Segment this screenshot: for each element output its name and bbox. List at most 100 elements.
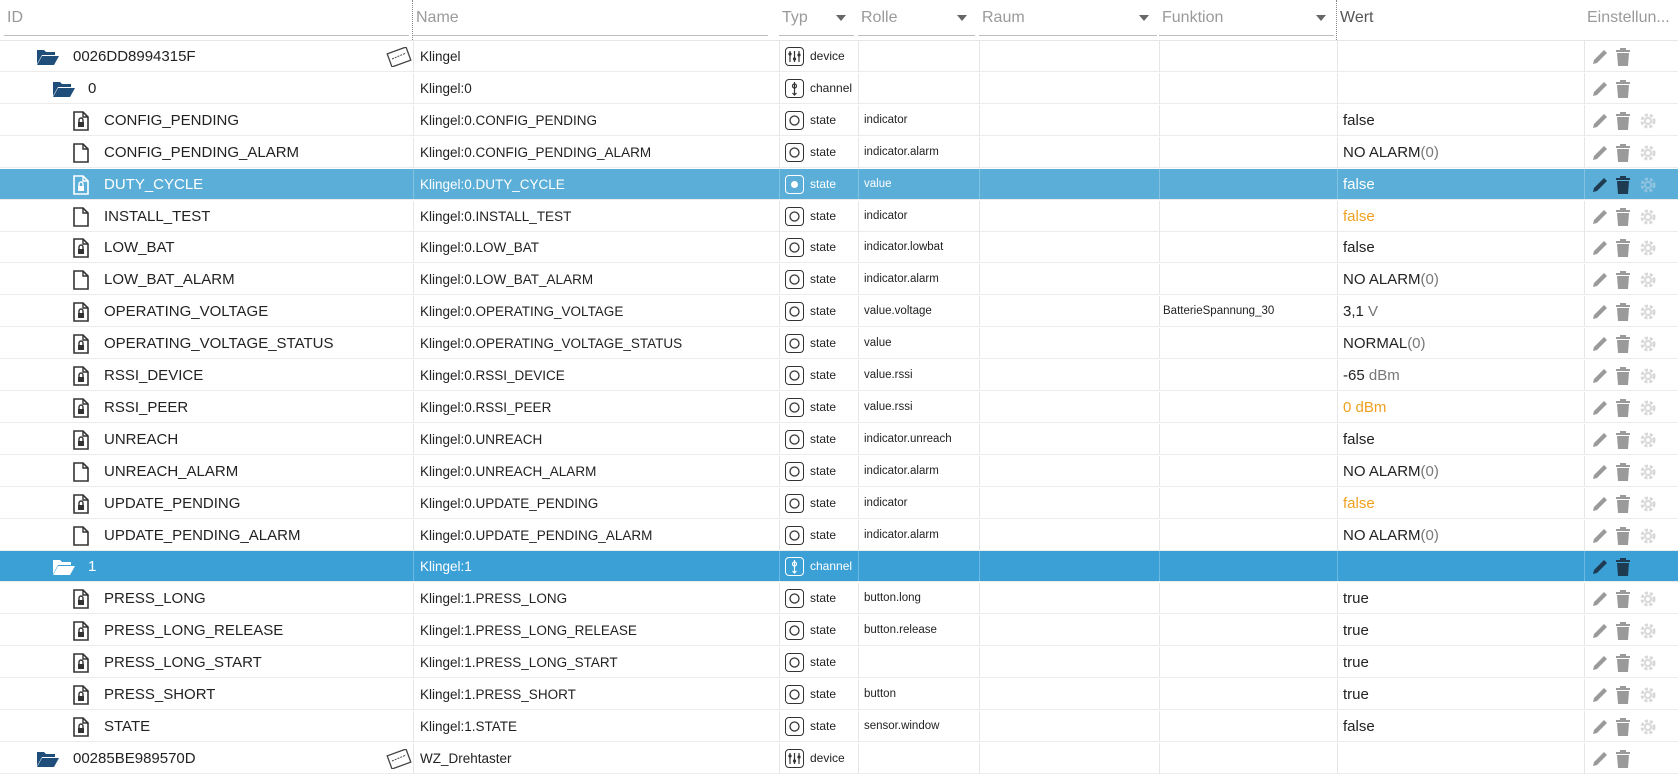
row-funktion[interactable] xyxy=(1163,711,1338,742)
row-wert[interactable]: false xyxy=(1343,424,1578,455)
row-name[interactable]: Klingel:0 xyxy=(420,73,775,104)
row-wert[interactable]: true xyxy=(1343,647,1578,678)
device-row[interactable]: 00285BE989570D WZ_Drehtaster device xyxy=(0,743,1678,774)
row-rolle[interactable]: indicator.alarm xyxy=(864,520,974,551)
table-row[interactable]: OPERATING_VOLTAGE_STATUS Klingel:0.OPERAT… xyxy=(0,328,1678,359)
row-name[interactable]: Klingel:0.DUTY_CYCLE xyxy=(420,169,775,200)
file-lock-icon[interactable] xyxy=(72,653,90,678)
row-rolle[interactable]: value.rssi xyxy=(864,360,974,391)
row-wert[interactable]: NO ALARM(0) xyxy=(1343,456,1578,487)
row-wert[interactable] xyxy=(1343,743,1578,774)
file-icon[interactable] xyxy=(72,526,90,551)
file-lock-icon[interactable] xyxy=(72,621,90,646)
row-wert[interactable]: false xyxy=(1343,488,1578,519)
row-wert[interactable]: NO ALARM(0) xyxy=(1343,264,1578,295)
file-lock-icon[interactable] xyxy=(72,366,90,391)
row-funktion[interactable] xyxy=(1163,679,1338,710)
row-rolle[interactable]: indicator xyxy=(864,105,974,136)
row-funktion[interactable] xyxy=(1163,743,1338,774)
folder-open-icon[interactable] xyxy=(52,557,76,582)
row-rolle[interactable]: indicator.unreach xyxy=(864,424,974,455)
row-rolle[interactable] xyxy=(864,551,974,582)
row-wert[interactable]: false xyxy=(1343,711,1578,742)
row-funktion[interactable] xyxy=(1163,488,1338,519)
row-name[interactable]: Klingel:0.RSSI_PEER xyxy=(420,392,775,423)
row-name[interactable]: Klingel:1 xyxy=(420,551,775,582)
row-name[interactable]: Klingel:0.LOW_BAT xyxy=(420,232,775,263)
row-funktion[interactable] xyxy=(1163,328,1338,359)
folder-open-icon[interactable] xyxy=(36,47,60,72)
row-funktion[interactable] xyxy=(1163,264,1338,295)
table-row[interactable]: UPDATE_PENDING Klingel:0.UPDATE_PENDING st… xyxy=(0,488,1678,519)
row-name[interactable]: Klingel:0.OPERATING_VOLTAGE_STATUS xyxy=(420,328,775,359)
table-row[interactable]: STATE Klingel:1.STATE state sensor.window fa… xyxy=(0,711,1678,742)
row-name[interactable]: WZ_Drehtaster xyxy=(420,743,775,774)
row-name[interactable]: Klingel:0.UPDATE_PENDING_ALARM xyxy=(420,520,775,551)
row-wert[interactable]: 3,1 V xyxy=(1343,296,1578,327)
row-name[interactable]: Klingel:1.STATE xyxy=(420,711,775,742)
row-name[interactable]: Klingel:1.PRESS_LONG xyxy=(420,583,775,614)
row-name[interactable]: Klingel:1.PRESS_LONG_RELEASE xyxy=(420,615,775,646)
row-funktion[interactable] xyxy=(1163,360,1338,391)
row-rolle[interactable]: value.rssi xyxy=(864,392,974,423)
row-rolle[interactable] xyxy=(864,41,974,72)
file-lock-icon[interactable] xyxy=(72,717,90,742)
row-funktion[interactable] xyxy=(1163,615,1338,646)
row-name[interactable]: Klingel:0.OPERATING_VOLTAGE xyxy=(420,296,775,327)
row-rolle[interactable]: value.voltage xyxy=(864,296,974,327)
row-name[interactable]: Klingel xyxy=(420,41,775,72)
device-row[interactable]: 0026DD8994315F Klingel device xyxy=(0,41,1678,72)
file-lock-icon[interactable] xyxy=(72,302,90,327)
table-row[interactable]: PRESS_LONG_RELEASE Klingel:1.PRESS_LONG_R… xyxy=(0,615,1678,646)
row-funktion[interactable] xyxy=(1163,201,1338,232)
row-wert[interactable] xyxy=(1343,551,1578,582)
file-lock-icon[interactable] xyxy=(72,334,90,359)
file-icon[interactable] xyxy=(72,270,90,295)
file-icon[interactable] xyxy=(72,207,90,232)
row-rolle[interactable]: indicator.alarm xyxy=(864,456,974,487)
row-wert[interactable]: false xyxy=(1343,169,1578,200)
row-funktion[interactable] xyxy=(1163,169,1338,200)
row-wert[interactable]: false xyxy=(1343,105,1578,136)
column-typ-select[interactable]: Typ xyxy=(779,8,854,36)
table-row[interactable]: UNREACH_ALARM Klingel:0.UNREACH_ALARM stat… xyxy=(0,456,1678,487)
row-funktion[interactable] xyxy=(1163,424,1338,455)
column-rolle-select[interactable]: Rolle xyxy=(858,8,975,36)
row-funktion[interactable] xyxy=(1163,551,1338,582)
table-row[interactable]: INSTALL_TEST Klingel:0.INSTALL_TEST state i… xyxy=(0,201,1678,232)
file-lock-icon[interactable] xyxy=(72,589,90,614)
table-row[interactable]: RSSI_PEER Klingel:0.RSSI_PEER state value.r… xyxy=(0,392,1678,423)
row-name[interactable]: Klingel:0.UNREACH xyxy=(420,424,775,455)
table-row[interactable]: CONFIG_PENDING Klingel:0.CONFIG_PENDING st… xyxy=(0,105,1678,136)
row-rolle[interactable]: indicator.alarm xyxy=(864,137,974,168)
table-row[interactable]: UPDATE_PENDING_ALARM Klingel:0.UPDATE_PEN… xyxy=(0,520,1678,551)
table-row[interactable]: RSSI_DEVICE Klingel:0.RSSI_DEVICE state val… xyxy=(0,360,1678,391)
column-raum-select[interactable]: Raum xyxy=(979,8,1157,36)
row-funktion[interactable] xyxy=(1163,73,1338,104)
row-name[interactable]: Klingel:0.UPDATE_PENDING xyxy=(420,488,775,519)
row-funktion[interactable] xyxy=(1163,105,1338,136)
row-rolle[interactable]: indicator xyxy=(864,488,974,519)
row-name[interactable]: Klingel:0.LOW_BAT_ALARM xyxy=(420,264,775,295)
row-wert[interactable]: -65 dBm xyxy=(1343,360,1578,391)
row-funktion[interactable] xyxy=(1163,232,1338,263)
file-lock-icon[interactable] xyxy=(72,494,90,519)
row-rolle[interactable]: value xyxy=(864,169,974,200)
row-funktion[interactable] xyxy=(1163,520,1338,551)
row-wert[interactable] xyxy=(1343,73,1578,104)
row-wert[interactable]: NORMAL(0) xyxy=(1343,328,1578,359)
row-name[interactable]: Klingel:0.INSTALL_TEST xyxy=(420,201,775,232)
row-wert[interactable]: NO ALARM(0) xyxy=(1343,520,1578,551)
file-lock-icon[interactable] xyxy=(72,398,90,423)
row-name[interactable]: Klingel:1.PRESS_LONG_START xyxy=(420,647,775,678)
row-wert[interactable]: NO ALARM(0) xyxy=(1343,137,1578,168)
channel-row[interactable]: 1 Klingel:1 channel xyxy=(0,551,1678,582)
channel-row[interactable]: 0 Klingel:0 channel xyxy=(0,73,1678,104)
row-name[interactable]: Klingel:0.CONFIG_PENDING_ALARM xyxy=(420,137,775,168)
row-wert[interactable] xyxy=(1343,41,1578,72)
row-funktion[interactable] xyxy=(1163,41,1338,72)
file-icon[interactable] xyxy=(72,143,90,168)
folder-open-icon[interactable] xyxy=(36,749,60,774)
row-rolle[interactable] xyxy=(864,743,974,774)
row-wert[interactable]: true xyxy=(1343,615,1578,646)
